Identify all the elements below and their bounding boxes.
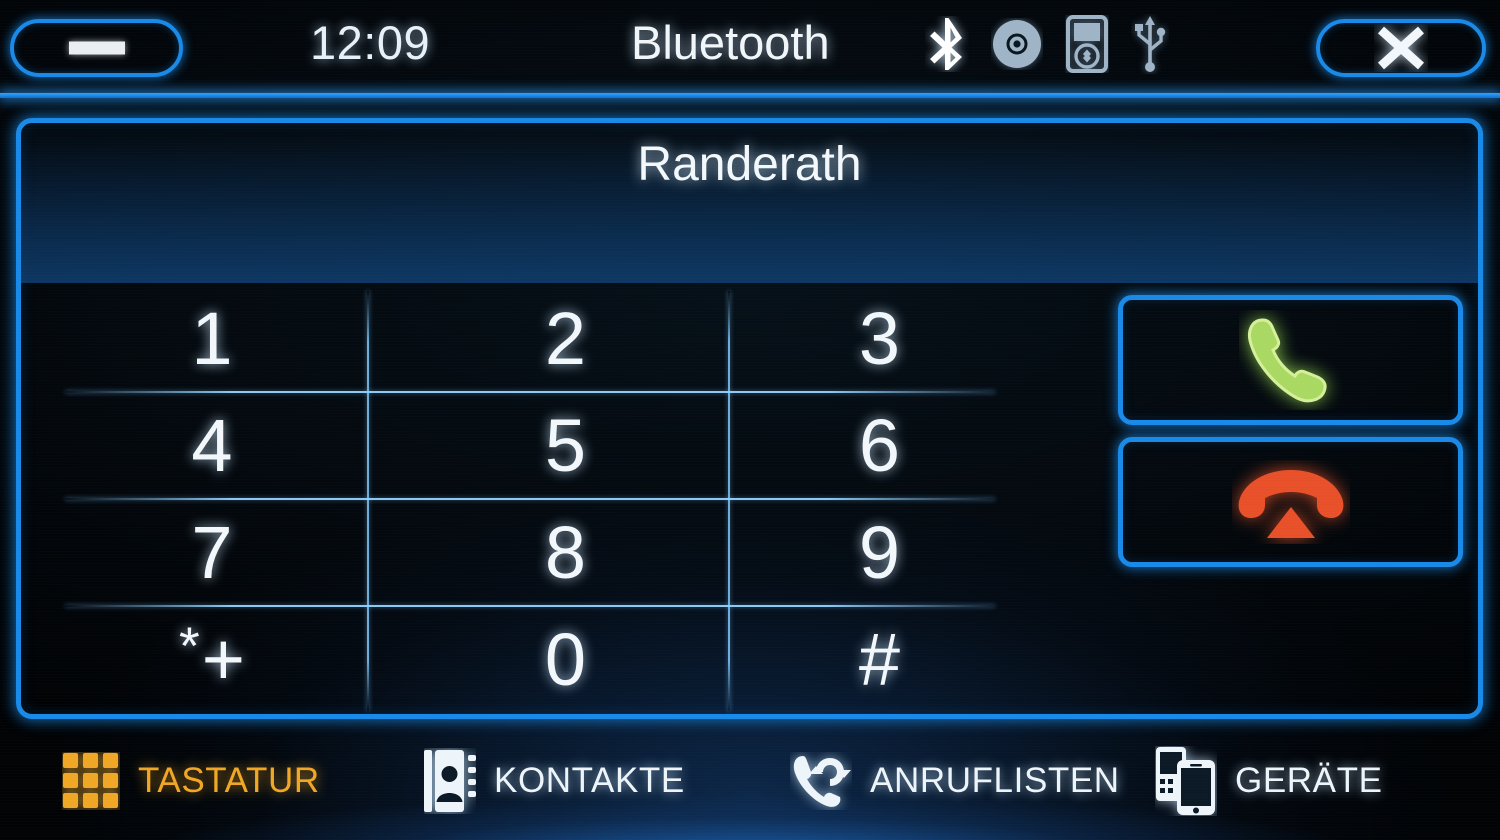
- phone-handset-icon: [1247, 318, 1327, 403]
- keypad-key-1[interactable]: 1: [21, 285, 367, 391]
- call-history-icon: [793, 756, 851, 807]
- status-header: 12:09 Bluetooth: [0, 0, 1500, 98]
- end-call-button[interactable]: [1118, 437, 1463, 567]
- call-button[interactable]: [1118, 295, 1463, 425]
- keypad-key-9[interactable]: 9: [728, 499, 995, 605]
- end-call-handset-icon: [1238, 470, 1343, 538]
- tab-geraete[interactable]: GERÄTE: [1155, 746, 1383, 816]
- keypad-key-3[interactable]: 3: [728, 285, 995, 391]
- number-entry-field[interactable]: Randerath: [21, 123, 1478, 283]
- address-book-icon: [424, 750, 476, 812]
- keypad-key-0[interactable]: 0: [367, 606, 728, 712]
- disc-icon: [993, 20, 1041, 68]
- keypad-grid-icon: [63, 753, 118, 808]
- keypad-plus-glyph: +: [201, 617, 245, 701]
- usb-icon: [1135, 16, 1166, 72]
- status-icon-tray: [925, 13, 1169, 75]
- tab-tastatur[interactable]: TASTATUR: [62, 746, 320, 816]
- page-title: Bluetooth: [631, 16, 830, 69]
- bottom-tab-bar: TASTATUR KONTAKTE ANRUFLISTEN GERÄTE: [0, 722, 1500, 840]
- dialer-panel: Randerath 1 2 3 4 5 6 7 8 9 *+ 0 #: [16, 118, 1483, 719]
- close-icon: [1377, 26, 1425, 70]
- tab-label: GERÄTE: [1235, 761, 1383, 800]
- keypad-key-5[interactable]: 5: [367, 392, 728, 498]
- infotainment-screen: 12:09 Bluetooth Randerath 1 2 3 4 5 6 7 …: [0, 0, 1500, 840]
- devices-icon: [1156, 747, 1215, 815]
- tab-label: ANRUFLISTEN: [870, 761, 1120, 800]
- minimize-button[interactable]: [10, 19, 183, 77]
- tab-label: KONTAKTE: [494, 761, 685, 800]
- bluetooth-icon: [930, 18, 962, 70]
- keypad-key-star-plus[interactable]: *+: [21, 606, 367, 712]
- tab-kontakte[interactable]: KONTAKTE: [424, 746, 685, 816]
- keypad-key-7[interactable]: 7: [21, 499, 367, 605]
- keypad-key-2[interactable]: 2: [367, 285, 728, 391]
- tab-label: TASTATUR: [138, 761, 320, 800]
- keypad-key-hash[interactable]: #: [728, 606, 995, 712]
- clock: 12:09: [310, 16, 431, 69]
- keypad-star-glyph: *: [179, 617, 200, 677]
- keypad-key-8[interactable]: 8: [367, 499, 728, 605]
- media-player-icon: [1066, 15, 1108, 73]
- tab-anruflisten[interactable]: ANRUFLISTEN: [790, 746, 1120, 816]
- keypad-key-6[interactable]: 6: [728, 392, 995, 498]
- header-divider: [0, 93, 1500, 98]
- dial-keypad: 1 2 3 4 5 6 7 8 9 *+ 0 #: [21, 283, 995, 714]
- close-button[interactable]: [1316, 19, 1486, 77]
- keypad-key-4[interactable]: 4: [21, 392, 367, 498]
- entry-value: Randerath: [637, 138, 862, 191]
- minimize-dash-icon: [68, 41, 125, 55]
